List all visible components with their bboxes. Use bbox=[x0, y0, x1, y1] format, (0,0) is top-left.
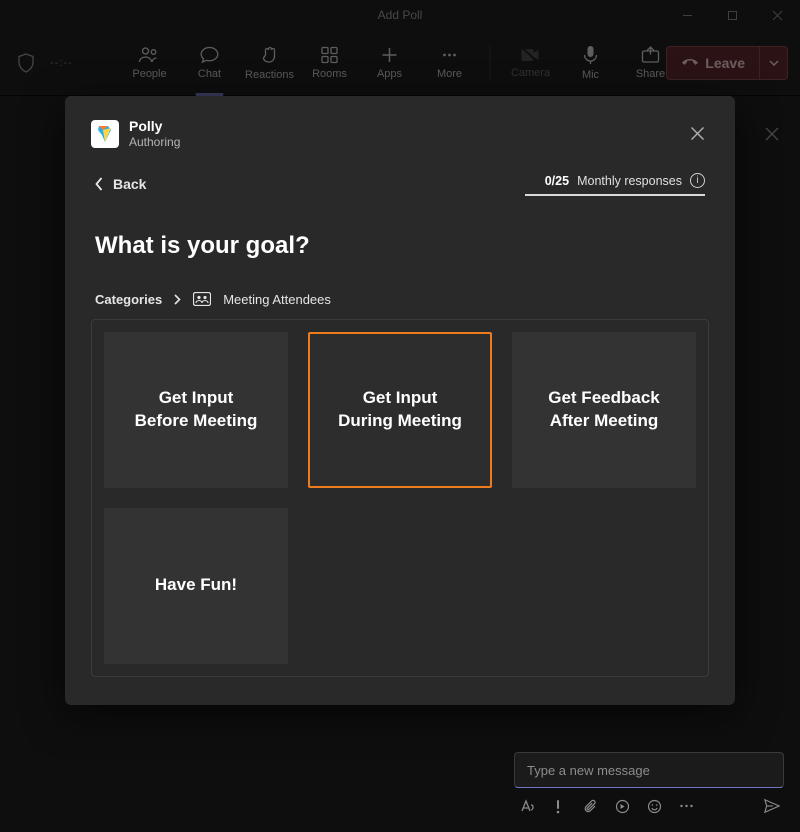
card-label: Have Fun! bbox=[155, 574, 237, 597]
loop-icon[interactable] bbox=[614, 798, 630, 814]
compose-area bbox=[514, 752, 784, 818]
card-label: Get Input Before Meeting bbox=[135, 387, 258, 433]
goal-card-during-meeting[interactable]: Get Input During Meeting bbox=[308, 332, 492, 488]
app-titles: Polly Authoring bbox=[129, 118, 180, 149]
modal-overlay: Polly Authoring Back 0/25 Monthly respon… bbox=[0, 0, 800, 832]
format-icon[interactable] bbox=[518, 798, 534, 814]
chevron-left-icon bbox=[95, 177, 103, 191]
chevron-right-icon bbox=[174, 294, 181, 305]
quota-block: 0/25 Monthly responses i bbox=[525, 173, 705, 196]
message-input[interactable] bbox=[527, 763, 771, 778]
quota-label: Monthly responses bbox=[577, 174, 682, 188]
attach-icon[interactable] bbox=[582, 798, 598, 814]
compose-toolbar bbox=[514, 798, 784, 818]
quota-progress-bar bbox=[525, 194, 705, 196]
card-grid: Get Input Before Meeting Get Input Durin… bbox=[104, 332, 696, 664]
breadcrumb-root[interactable]: Categories bbox=[95, 292, 162, 307]
modal-subheader: Back 0/25 Monthly responses i bbox=[91, 173, 709, 196]
goal-card-before-meeting[interactable]: Get Input Before Meeting bbox=[104, 332, 288, 488]
goal-card-after-meeting[interactable]: Get Feedback After Meeting bbox=[512, 332, 696, 488]
send-button[interactable] bbox=[764, 798, 780, 814]
app-name: Polly bbox=[129, 118, 180, 135]
quota-count: 0/25 bbox=[545, 174, 569, 188]
goal-card-have-fun[interactable]: Have Fun! bbox=[104, 508, 288, 664]
more-icon[interactable] bbox=[678, 798, 694, 814]
card-grid-container: Get Input Before Meeting Get Input Durin… bbox=[91, 319, 709, 677]
modal-close-button[interactable] bbox=[686, 122, 709, 145]
attendees-icon bbox=[193, 292, 211, 306]
card-label: Get Input During Meeting bbox=[338, 387, 462, 433]
info-icon[interactable]: i bbox=[690, 173, 705, 188]
priority-icon[interactable] bbox=[550, 798, 566, 814]
back-label: Back bbox=[113, 176, 146, 192]
modal-heading: What is your goal? bbox=[91, 232, 709, 260]
breadcrumb: Categories Meeting Attendees bbox=[91, 292, 709, 307]
modal-header: Polly Authoring bbox=[91, 118, 709, 149]
app-subtitle: Authoring bbox=[129, 135, 180, 149]
polly-app-icon bbox=[91, 120, 119, 148]
polly-modal: Polly Authoring Back 0/25 Monthly respon… bbox=[65, 96, 735, 705]
message-input-container[interactable] bbox=[514, 752, 784, 788]
back-button[interactable]: Back bbox=[95, 176, 146, 192]
quota-row: 0/25 Monthly responses i bbox=[545, 173, 705, 188]
card-label: Get Feedback After Meeting bbox=[548, 387, 660, 433]
close-icon bbox=[690, 126, 705, 141]
emoji-icon[interactable] bbox=[646, 798, 662, 814]
breadcrumb-leaf: Meeting Attendees bbox=[223, 292, 331, 307]
